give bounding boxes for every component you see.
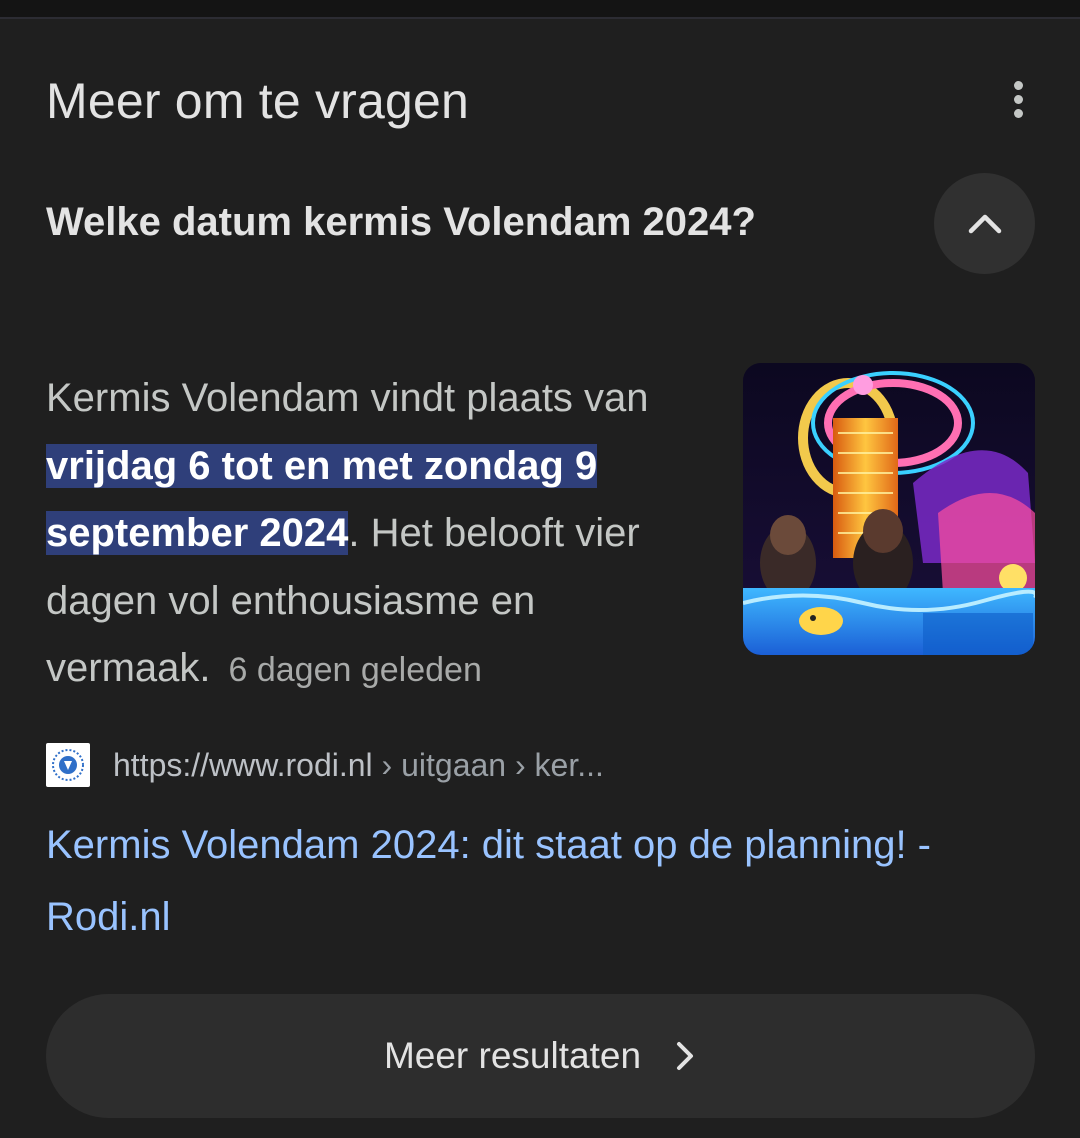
question-text[interactable]: Welke datum kermis Volendam 2024?: [46, 197, 756, 247]
source-domain: https://www.rodi.nl: [113, 746, 373, 783]
answer-thumbnail-image[interactable]: [743, 363, 1035, 655]
top-bar: [0, 0, 1080, 18]
chevron-up-icon: [968, 214, 1001, 233]
section-title: Meer om te vragen: [46, 73, 470, 129]
collapse-question-button[interactable]: [934, 173, 1035, 274]
people-also-ask-card: Meer om te vragen Welke datum kermis Vol…: [0, 19, 1080, 1138]
chevron-right-icon: [673, 1039, 697, 1073]
more-vert-icon: [1013, 78, 1023, 120]
source-path: › uitgaan › ker...: [372, 746, 604, 783]
answer-text-before: Kermis Volendam vindt plaats van: [46, 376, 649, 420]
answer-age: 6 dagen geleden: [228, 651, 482, 689]
more-options-button[interactable]: [996, 69, 1040, 129]
result-title-link[interactable]: Kermis Volendam 2024: dit staat op de pl…: [46, 809, 1036, 953]
answer-snippet: Kermis Volendam vindt plaats van vrijdag…: [46, 365, 716, 705]
more-results-button[interactable]: Meer resultaten: [46, 994, 1035, 1118]
source-url: https://www.rodi.nl › uitgaan › ker...: [113, 747, 604, 784]
fairground-ride-image: [743, 363, 1035, 655]
rodi-favicon-icon: [46, 743, 90, 787]
more-results-label: Meer resultaten: [383, 1035, 642, 1076]
source-row[interactable]: https://www.rodi.nl › uitgaan › ker...: [46, 742, 604, 788]
